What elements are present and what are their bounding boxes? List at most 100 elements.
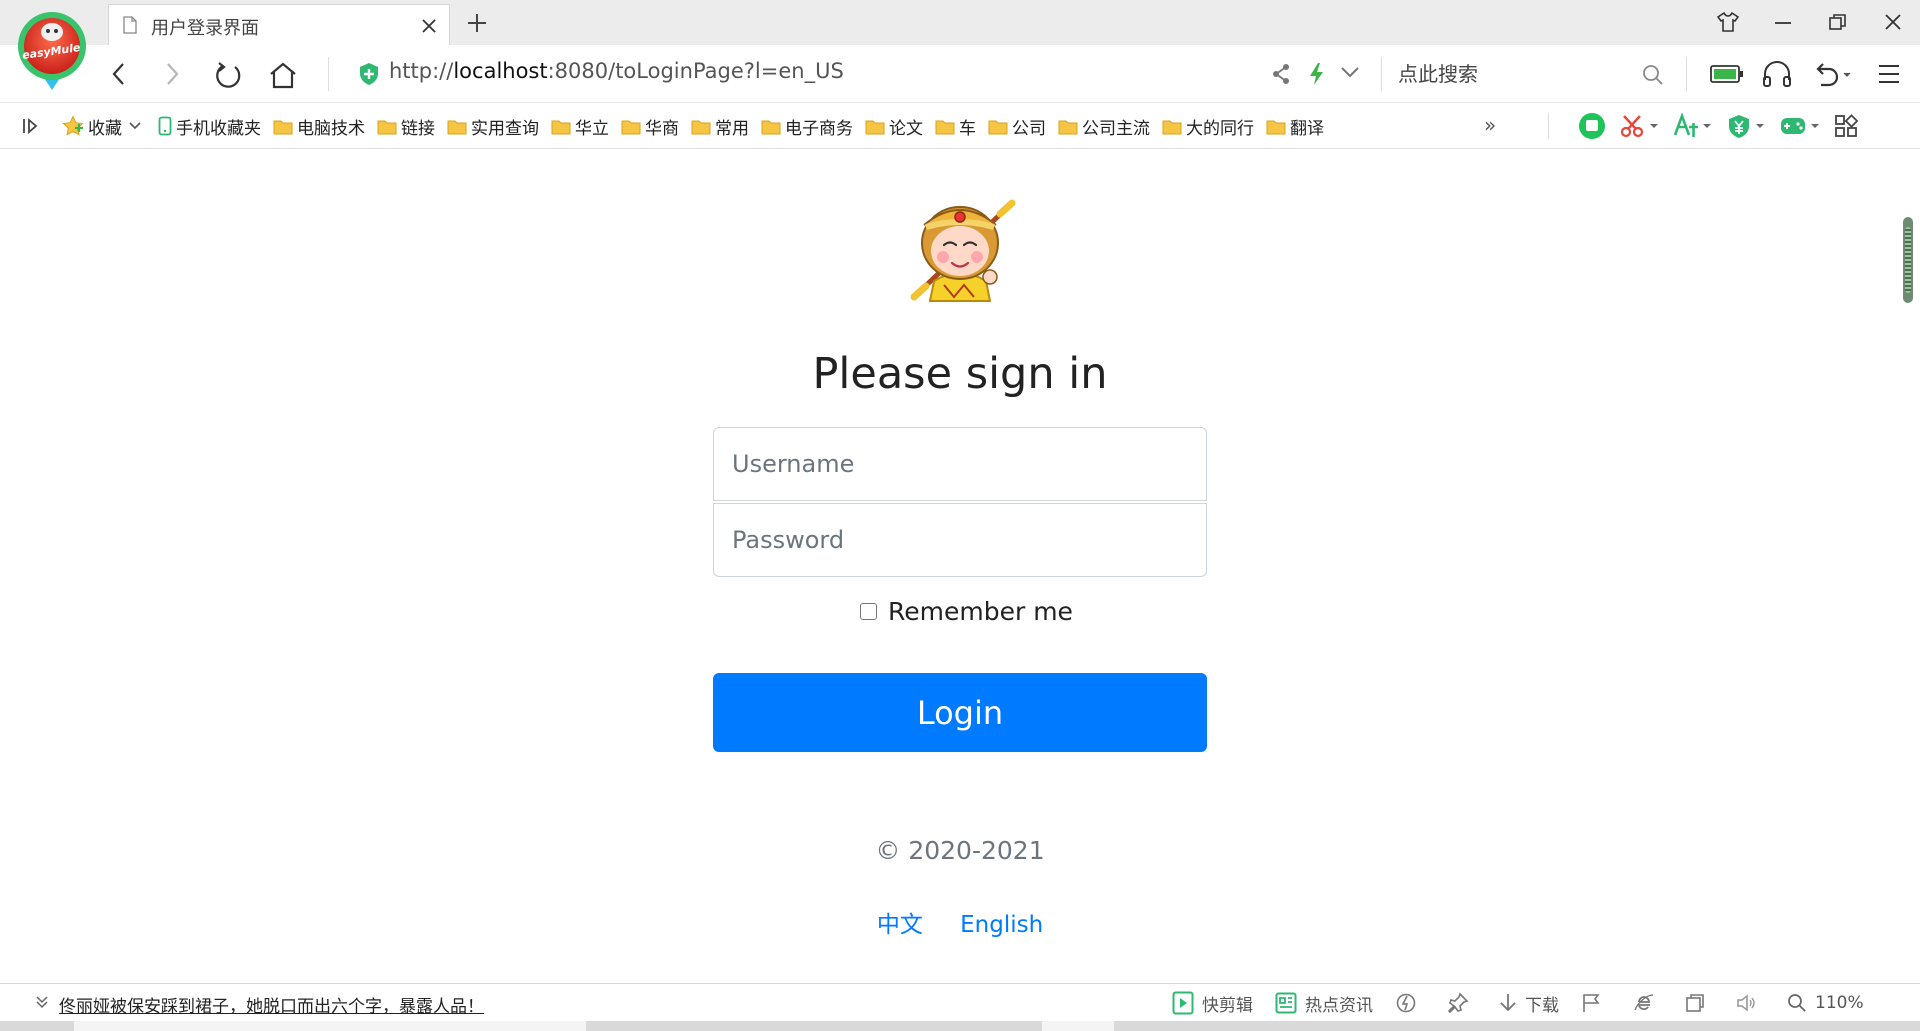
skin-shirt-icon[interactable] bbox=[1716, 11, 1740, 33]
browser-tab[interactable]: 用户登录界面 bbox=[108, 4, 450, 46]
hot-news-button[interactable]: 热点资讯 bbox=[1275, 991, 1373, 1016]
bookmark-label: 车 bbox=[959, 118, 976, 139]
url-text[interactable]: http://localhost:8080/toLoginPage?l=en_U… bbox=[389, 59, 844, 83]
zoom-icon bbox=[1788, 994, 1806, 1012]
bookmark-folder[interactable]: 车 bbox=[935, 114, 976, 139]
remember-me-checkbox[interactable] bbox=[860, 603, 877, 620]
folder-icon bbox=[1266, 120, 1286, 134]
bookmark-folder[interactable]: 华立 bbox=[551, 114, 609, 139]
folder-icon bbox=[761, 120, 781, 134]
bookmark-folder[interactable]: 翻译 bbox=[1266, 114, 1324, 139]
scrollbar-thumb[interactable] bbox=[1903, 217, 1913, 303]
minimize-icon[interactable] bbox=[1773, 11, 1793, 33]
pin-icon bbox=[1447, 992, 1469, 1014]
news-headline-link[interactable]: 佟丽娅被保安踩到裙子，她脱口而出六个字，暴露人品！ bbox=[59, 992, 484, 1017]
taskbar-segment bbox=[74, 1021, 586, 1031]
scissors-icon[interactable] bbox=[1620, 114, 1659, 138]
folder-icon bbox=[551, 120, 571, 134]
download-button[interactable]: 下载 bbox=[1499, 991, 1559, 1016]
sound-button[interactable] bbox=[1735, 992, 1765, 1014]
accelerate-button[interactable] bbox=[1395, 992, 1425, 1014]
quick-edit-button[interactable]: 快剪辑 bbox=[1172, 991, 1253, 1016]
battery-icon[interactable] bbox=[1710, 64, 1744, 84]
folder-icon bbox=[1058, 120, 1078, 134]
window-icon bbox=[1686, 994, 1704, 1012]
ie-compat-button[interactable] bbox=[1633, 992, 1663, 1014]
chevron-down-icon[interactable] bbox=[1340, 65, 1360, 79]
search-input[interactable] bbox=[1398, 59, 1628, 89]
refresh-icon[interactable] bbox=[213, 61, 243, 89]
bookmark-folder[interactable]: 常用 bbox=[691, 114, 749, 139]
chevron-down-icon[interactable] bbox=[35, 995, 49, 1009]
bookmark-label: 华立 bbox=[575, 118, 609, 139]
search-icon[interactable] bbox=[1642, 64, 1664, 86]
status-bar: 佟丽娅被保安踩到裙子，她脱口而出六个字，暴露人品！ 快剪辑 热点资讯 下载 11… bbox=[0, 983, 1920, 1021]
bookmark-label: 翻译 bbox=[1290, 118, 1324, 139]
bookmark-folder[interactable]: 公司主流 bbox=[1058, 114, 1150, 139]
zoom-button[interactable]: 110% bbox=[1787, 993, 1864, 1013]
password-input[interactable] bbox=[713, 503, 1207, 577]
lightning-icon[interactable] bbox=[1307, 62, 1325, 86]
news-icon bbox=[1275, 992, 1297, 1014]
shopping-icon[interactable] bbox=[1726, 113, 1765, 139]
forward-icon[interactable] bbox=[163, 61, 181, 87]
bookmark-folder[interactable]: 论文 bbox=[865, 114, 923, 139]
folder-icon bbox=[935, 120, 955, 134]
folder-icon bbox=[377, 120, 397, 134]
bookmarks-bar: 收藏 手机收藏夹 电脑技术 链接 实用查询 华立 华商 常用 电子商务 论文 车… bbox=[0, 103, 1920, 149]
pin-button[interactable] bbox=[1447, 992, 1477, 1014]
window-button[interactable] bbox=[1685, 993, 1713, 1013]
sidebar-toggle-icon[interactable] bbox=[22, 117, 40, 135]
browser-logo[interactable]: easyMule bbox=[16, 10, 88, 92]
bookmark-folder[interactable]: 大的同行 bbox=[1162, 114, 1254, 139]
login-button[interactable]: Login bbox=[713, 673, 1207, 752]
headphones-icon[interactable] bbox=[1761, 60, 1793, 88]
bookmark-folder[interactable]: 电脑技术 bbox=[273, 114, 365, 139]
bookmark-folder[interactable]: 公司 bbox=[988, 114, 1046, 139]
extensions-area bbox=[1578, 103, 1872, 149]
close-window-icon[interactable] bbox=[1883, 11, 1903, 33]
remember-me[interactable]: Remember me bbox=[860, 597, 1073, 626]
flag-button[interactable] bbox=[1581, 992, 1611, 1014]
bookmark-mobile[interactable]: 手机收藏夹 bbox=[158, 114, 261, 139]
chat-extension-icon[interactable] bbox=[1578, 112, 1606, 140]
monkey-king-mascot-image bbox=[904, 185, 1018, 305]
bookmark-folder[interactable]: 实用查询 bbox=[447, 114, 539, 139]
gamepad-icon[interactable] bbox=[1779, 114, 1820, 138]
close-tab-icon[interactable] bbox=[421, 18, 437, 34]
search-box bbox=[1380, 53, 1670, 95]
shield-icon[interactable] bbox=[358, 62, 380, 86]
document-icon bbox=[123, 16, 137, 34]
zoom-level: 110% bbox=[1815, 993, 1864, 1013]
username-input[interactable] bbox=[713, 427, 1207, 501]
bookmark-label: 收藏 bbox=[88, 118, 122, 139]
undo-icon[interactable] bbox=[1812, 61, 1852, 87]
back-icon[interactable] bbox=[110, 61, 128, 87]
menu-icon[interactable] bbox=[1877, 63, 1901, 85]
bookmark-label: 华商 bbox=[645, 118, 679, 139]
bookmark-label: 公司主流 bbox=[1082, 118, 1150, 139]
restore-window-icon[interactable] bbox=[1828, 11, 1848, 33]
folder-icon bbox=[865, 120, 885, 134]
bookmark-label: 公司 bbox=[1012, 118, 1046, 139]
bookmark-label: 手机收藏夹 bbox=[176, 118, 261, 139]
tab-strip: 用户登录界面 bbox=[0, 0, 1920, 46]
apps-grid-icon[interactable] bbox=[1834, 114, 1858, 138]
bookmark-favorites[interactable]: 收藏 bbox=[62, 114, 146, 139]
share-icon[interactable] bbox=[1271, 63, 1291, 85]
speaker-icon bbox=[1737, 994, 1755, 1012]
bookmark-label: 电脑技术 bbox=[297, 118, 365, 139]
translate-icon[interactable] bbox=[1673, 113, 1712, 139]
bookmark-folder[interactable]: 华商 bbox=[621, 114, 679, 139]
home-icon[interactable] bbox=[268, 61, 298, 89]
phone-icon bbox=[158, 116, 172, 136]
folder-icon bbox=[988, 120, 1008, 134]
language-link-english[interactable]: English bbox=[960, 912, 1043, 938]
navigation-bar: http://localhost:8080/toLoginPage?l=en_U… bbox=[0, 45, 1920, 103]
bookmark-folder[interactable]: 链接 bbox=[377, 114, 435, 139]
bookmark-folder[interactable]: 电子商务 bbox=[761, 114, 853, 139]
language-link-chinese[interactable]: 中文 bbox=[877, 912, 923, 938]
language-switcher: 中文 English bbox=[0, 905, 1920, 939]
new-tab-icon[interactable] bbox=[466, 12, 488, 34]
more-bookmarks-button[interactable]: » bbox=[1484, 113, 1496, 137]
